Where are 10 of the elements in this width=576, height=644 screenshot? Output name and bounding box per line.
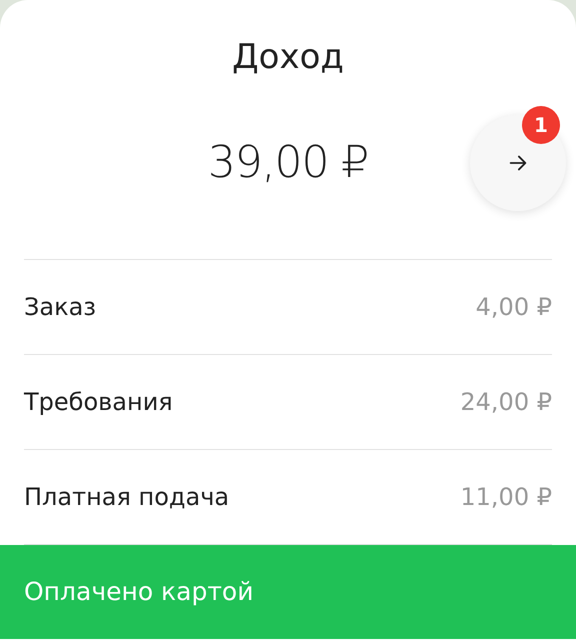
row-label: Требования bbox=[24, 387, 173, 418]
row-amount: 4,00 ₽ bbox=[476, 292, 552, 323]
row-label: Заказ bbox=[24, 292, 96, 323]
banner-text: Оплачено картой bbox=[24, 576, 254, 608]
row-amount: 11,00 ₽ bbox=[460, 482, 552, 513]
total-amount: 39,00 ₽ bbox=[208, 136, 368, 190]
row-label: Платная подача bbox=[24, 482, 230, 513]
title: Доход bbox=[232, 36, 344, 78]
notification-badge: 1 bbox=[522, 106, 560, 144]
row-amount: 24,00 ₽ bbox=[460, 387, 552, 418]
